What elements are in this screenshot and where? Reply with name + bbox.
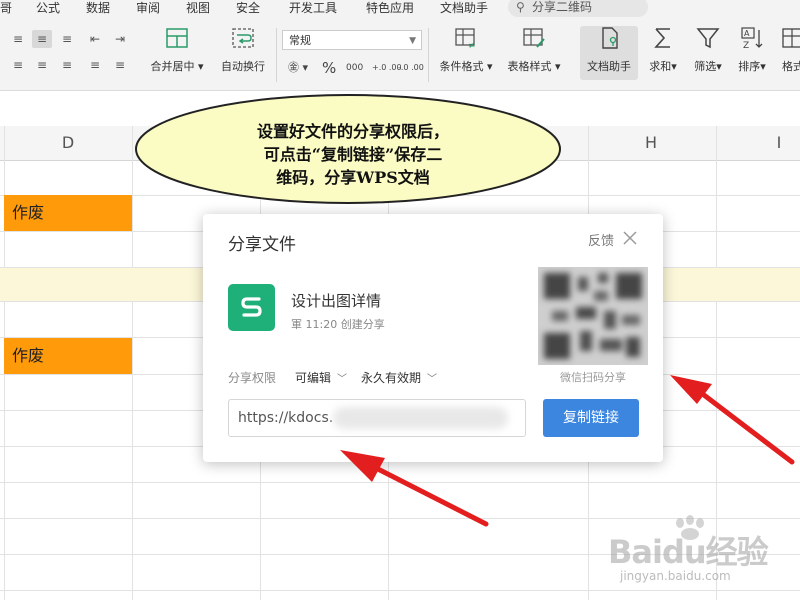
align-center-icon[interactable]: ≡ <box>32 56 52 74</box>
menu-bar: 哥 公式 数据 审阅 视图 安全 开发工具 特色应用 文档助手 ⚲ 分享二维码 <box>0 0 800 18</box>
percent-button[interactable]: % <box>322 58 336 78</box>
search-box[interactable]: ⚲ 分享二维码 <box>508 0 648 17</box>
grid-line <box>0 518 800 519</box>
wps-sheet-icon <box>228 284 275 331</box>
align-top-icon[interactable]: ≡ <box>8 30 28 48</box>
sort-button[interactable]: A Z 排序▾ <box>734 26 770 74</box>
justify-icon[interactable]: ≡ <box>85 56 105 74</box>
feedback-link[interactable]: 反馈 <box>588 230 614 249</box>
search-icon: ⚲ <box>516 0 525 14</box>
grid-line <box>0 590 800 591</box>
table-style-icon <box>523 28 545 48</box>
sum-icon <box>654 28 670 48</box>
cell-void[interactable]: 作废 <box>4 195 132 231</box>
column-header-h[interactable]: H <box>588 126 714 160</box>
wrap-text-button[interactable]: 自动换行 <box>214 26 272 74</box>
copy-link-button[interactable]: 复制链接 <box>543 399 639 437</box>
chevron-down-icon: ▼ <box>409 36 416 46</box>
format-button[interactable]: 格式 <box>778 26 800 74</box>
doc-assistant-button[interactable]: 文档助手 <box>580 26 638 80</box>
svg-text:≠: ≠ <box>468 41 476 50</box>
permission-dropdown[interactable]: 可编辑 ﹀ <box>295 369 347 386</box>
document-name: 设计出图详情 <box>291 292 382 310</box>
toolbar: ≡ ≡ ≡ ⇤ ⇥ ≡ ≡ ≡ ≡ ≡ 合并居中 ▾ 自动换行 常规 ▼ ㊎ ▾… <box>0 18 800 91</box>
merge-center-button[interactable]: 合并居中 ▾ <box>142 26 212 74</box>
wrap-text-icon <box>232 28 254 48</box>
share-dialog: 分享文件 反馈 设计出图详情 軍 11:20 创建分享 微信扫码分享 分享权限 … <box>203 214 663 462</box>
grid-line <box>0 554 800 555</box>
dialog-title: 分享文件 <box>228 235 296 255</box>
filter-icon <box>696 28 720 49</box>
redacted-link <box>333 407 508 429</box>
distribute-icon[interactable]: ≡ <box>110 56 130 74</box>
chevron-down-icon: ﹀ <box>337 374 348 385</box>
wrap-text-label: 自动换行 <box>221 60 265 73</box>
svg-text:A: A <box>744 29 750 38</box>
merge-center-label: 合并居中 <box>150 60 195 73</box>
menu-item-features[interactable]: 特色应用 <box>366 0 414 16</box>
currency-icon[interactable]: ㊎ ▾ <box>288 58 308 78</box>
callout-text: 设置好文件的分享权限后， 可点击“复制链接”保存二 维码，分享WPS文档 <box>188 120 518 189</box>
align-bottom-icon[interactable]: ≡ <box>57 30 77 48</box>
decrease-decimal-button[interactable]: -.0 .00 <box>398 58 424 78</box>
doc-assistant-label: 文档助手 <box>587 60 631 73</box>
format-icon <box>782 28 800 48</box>
toolbar-divider <box>428 28 429 82</box>
grid-line <box>716 126 717 600</box>
sum-label: 求和 <box>649 60 672 73</box>
callout-line: 维码，分享WPS文档 <box>276 168 430 187</box>
align-middle-icon[interactable]: ≡ <box>32 30 52 48</box>
permission-value: 可编辑 <box>295 371 332 385</box>
conditional-format-label: 条件格式 <box>439 60 484 73</box>
menu-item-developer[interactable]: 开发工具 <box>289 0 337 16</box>
qr-caption: 微信扫码分享 <box>560 371 626 384</box>
doc-assistant-icon <box>602 27 618 49</box>
number-format-value: 常规 <box>289 34 311 47</box>
menu-item-review[interactable]: 审阅 <box>136 0 160 16</box>
sort-label: 排序 <box>738 60 761 73</box>
indent-decrease-icon[interactable]: ⇤ <box>85 30 105 48</box>
thousands-button[interactable]: 000 <box>346 58 363 78</box>
callout-line: 设置好文件的分享权限后， <box>256 122 449 141</box>
sum-button[interactable]: 求和▾ <box>646 26 680 74</box>
table-style-button[interactable]: 表格样式 ▾ <box>502 26 566 74</box>
menu-item-doc-assistant[interactable]: 文档助手 <box>440 0 488 16</box>
permission-label: 分享权限 <box>228 371 277 385</box>
merge-center-icon <box>166 28 188 48</box>
menu-item-formula[interactable]: 公式 <box>36 0 60 16</box>
number-format-select[interactable]: 常规 ▼ <box>282 30 422 50</box>
toolbar-divider <box>276 28 277 82</box>
menu-item-partial[interactable]: 哥 <box>0 0 12 16</box>
callout-line: 可点击“复制链接”保存二 <box>263 145 443 164</box>
conditional-format-button[interactable]: ≠ 条件格式 ▾ <box>434 26 498 74</box>
expiry-dropdown[interactable]: 永久有效期 ﹀ <box>361 369 437 386</box>
filter-label: 筛选 <box>694 60 717 73</box>
align-right-icon[interactable]: ≡ <box>57 56 77 74</box>
indent-increase-icon[interactable]: ⇥ <box>110 30 130 48</box>
search-input[interactable]: 分享二维码 <box>532 0 592 17</box>
menu-item-data[interactable]: 数据 <box>86 0 110 16</box>
menu-item-security[interactable]: 安全 <box>236 0 260 16</box>
conditional-format-icon: ≠ <box>455 28 476 50</box>
expiry-value: 永久有效期 <box>361 371 422 385</box>
svg-text:Z: Z <box>743 41 749 50</box>
grid-line <box>0 482 800 483</box>
chevron-down-icon: ﹀ <box>427 374 438 385</box>
column-header-d[interactable]: D <box>4 126 132 160</box>
cell-void[interactable]: 作废 <box>4 338 132 374</box>
filter-button[interactable]: 筛选▾ <box>690 26 726 74</box>
table-style-label: 表格样式 <box>507 60 552 73</box>
column-header-i[interactable]: I <box>716 126 800 160</box>
align-left-icon[interactable]: ≡ <box>8 56 28 74</box>
sort-icon: A Z <box>741 27 763 50</box>
menu-item-view[interactable]: 视图 <box>186 0 210 16</box>
document-meta: 軍 11:20 创建分享 <box>291 318 385 331</box>
qr-code <box>538 267 648 365</box>
format-label: 格式 <box>782 60 800 73</box>
close-icon[interactable] <box>621 229 639 247</box>
